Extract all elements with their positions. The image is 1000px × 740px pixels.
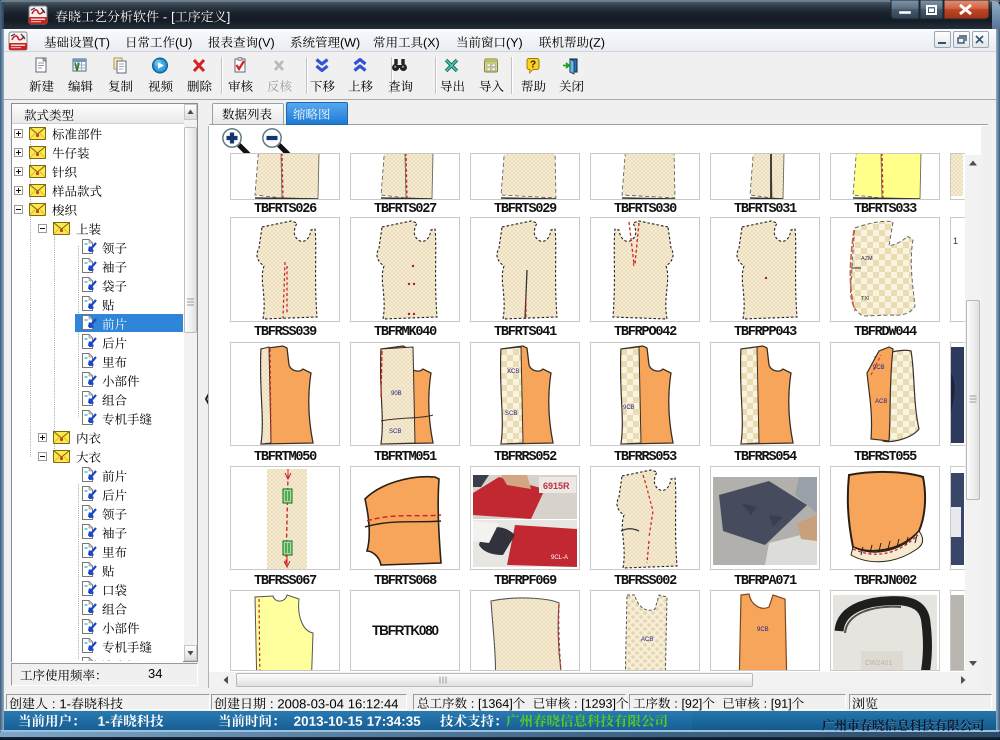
svg-text:SCB: SCB [389, 429, 401, 435]
svg-text:ACB: ACB [641, 637, 653, 643]
svg-text:1: 1 [953, 236, 958, 246]
svg-text:SCB: SCB [505, 411, 517, 417]
svg-text:6915R: 6915R [543, 481, 570, 491]
svg-text:?: ? [530, 60, 536, 71]
svg-text:9CB: 9CB [757, 627, 769, 633]
svg-text:AZM: AZM [861, 256, 873, 262]
svg-text:9CB: 9CB [623, 405, 635, 411]
svg-text:TXI: TXI [861, 296, 870, 302]
svg-text:CW2401: CW2401 [865, 660, 892, 667]
svg-text:90B: 90B [391, 391, 402, 397]
svg-text:9CB: 9CB [873, 365, 885, 371]
svg-text:9CL-A: 9CL-A [551, 555, 568, 561]
svg-text:XCB: XCB [507, 369, 519, 375]
svg-text:ACB: ACB [875, 399, 887, 405]
svg-text:TBFRTK080: TBFRTK080 [372, 623, 438, 638]
